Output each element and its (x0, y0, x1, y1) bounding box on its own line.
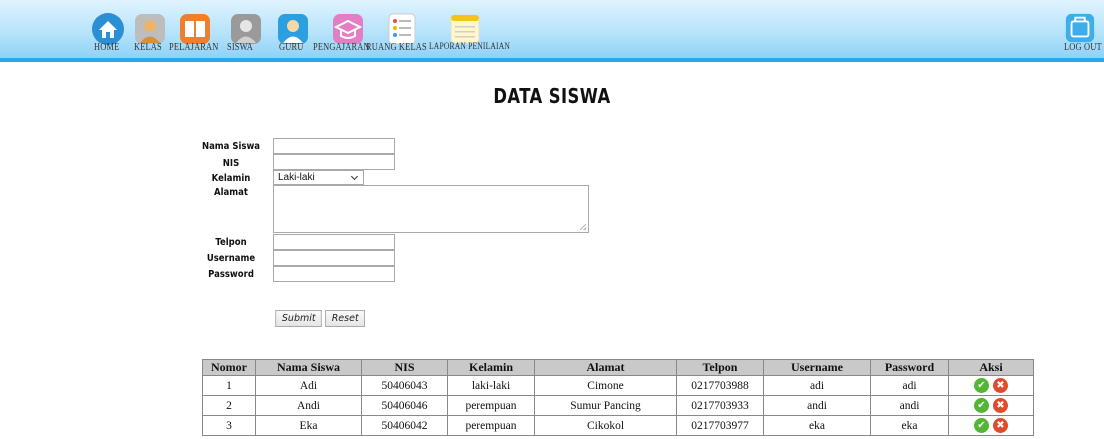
edit-check-icon[interactable]: ✔ (974, 418, 989, 433)
nav-item-pengajaran[interactable]: PENGAJARAN (313, 2, 370, 58)
cell-nama-siswa: Andi (255, 395, 362, 416)
nav-label-ruang-kelas: RUANG KELAS (366, 42, 427, 53)
cell-aksi: ✔ ✖ (948, 415, 1034, 436)
logout-label: LOG OUT (1064, 42, 1102, 53)
header-telpon: Telpon (676, 359, 764, 376)
cell-kelamin: laki-laki (447, 375, 535, 396)
cell-nama-siswa: Eka (255, 415, 362, 436)
class-icon (135, 14, 165, 44)
username-input[interactable] (273, 250, 395, 266)
cell-nis: 50406046 (361, 395, 448, 416)
cell-username: andi (763, 395, 871, 416)
nav-item-pelajaran[interactable]: PELAJARAN (166, 2, 226, 58)
password-label: Password (208, 269, 254, 280)
cell-telpon: 0217703933 (676, 395, 764, 416)
header-alamat: Alamat (534, 359, 677, 376)
cell-telpon: 0217703977 (676, 415, 764, 436)
nav-label-laporan-penilaian: LAPORAN PENILAIAN (429, 42, 511, 52)
book-icon (180, 14, 210, 44)
cell-nis: 50406042 (361, 415, 448, 436)
header-nis: NIS (361, 359, 448, 376)
nav-label-siswa: SISWA (227, 42, 254, 53)
nav-item-guru[interactable]: GURU (276, 2, 310, 58)
logout-button[interactable]: LOG OUT (1062, 2, 1102, 58)
kelamin-select[interactable]: Laki-laki (273, 170, 364, 185)
nav-item-siswa[interactable]: SISWA (225, 2, 265, 58)
kelamin-label: Kelamin (211, 173, 251, 184)
header-username: Username (763, 359, 871, 376)
nis-label: NIS (222, 158, 240, 169)
nav-label-kelas: KELAS (134, 42, 162, 53)
header-nama-siswa: Nama Siswa (255, 359, 362, 376)
edit-check-icon[interactable]: ✔ (974, 378, 989, 393)
cell-nomor: 2 (202, 395, 256, 416)
teacher-icon (278, 14, 308, 44)
telpon-label: Telpon (215, 237, 247, 248)
cell-username: eka (763, 415, 871, 436)
header-kelamin: Kelamin (447, 359, 535, 376)
password-input[interactable] (273, 266, 395, 282)
top-navbar: HOME KELAS PELAJARAN SISWA GURU PENGAJAR… (0, 0, 1104, 62)
page-title: DATA SISWA (493, 84, 611, 108)
nama-siswa-label: Nama Siswa (201, 141, 261, 152)
nav-label-home: HOME (94, 42, 120, 53)
logout-icon (1065, 13, 1095, 43)
cell-aksi: ✔ ✖ (948, 395, 1034, 416)
cell-nomor: 3 (202, 415, 256, 436)
nis-input[interactable] (273, 154, 395, 170)
nav-label-guru: GURU (279, 42, 304, 53)
nama-siswa-input[interactable] (273, 138, 395, 154)
table-row: 2 Andi 50406046 perempuan Sumur Pancing … (202, 395, 1034, 416)
alamat-label: Alamat (214, 187, 248, 198)
chevron-down-icon (350, 172, 359, 181)
cell-alamat: Sumur Pancing (534, 395, 677, 416)
submit-button[interactable]: Submit (275, 310, 323, 327)
alamat-textarea[interactable] (273, 185, 589, 233)
table-row: 3 Eka 50406042 perempuan Cikokol 0217703… (202, 415, 1034, 436)
cell-nomor: 1 (202, 375, 256, 396)
cell-alamat: Cikokol (534, 415, 677, 436)
graduation-cap-icon (333, 14, 363, 44)
delete-x-icon[interactable]: ✖ (993, 418, 1008, 433)
cell-telpon: 0217703988 (676, 375, 764, 396)
header-aksi: Aksi (948, 359, 1034, 376)
nav-item-ruang-kelas[interactable]: RUANG KELAS (365, 2, 427, 58)
resize-grip-icon[interactable] (580, 224, 586, 230)
kelamin-selected-value: Laki-laki (278, 172, 315, 183)
telpon-input[interactable] (273, 234, 395, 250)
cell-password: eka (870, 415, 949, 436)
home-icon (92, 13, 124, 45)
nav-item-laporan-penilaian[interactable]: LAPORAN PENILAIAN (429, 2, 511, 58)
nav-label-pelajaran: PELAJARAN (169, 42, 219, 53)
delete-x-icon[interactable]: ✖ (993, 378, 1008, 393)
delete-x-icon[interactable]: ✖ (993, 398, 1008, 413)
reset-button[interactable]: Reset (325, 310, 366, 327)
siswa-table: Nomor Nama Siswa NIS Kelamin Alamat Telp… (202, 359, 1034, 436)
header-password: Password (870, 359, 949, 376)
cell-nis: 50406043 (361, 375, 448, 396)
table-header-row: Nomor Nama Siswa NIS Kelamin Alamat Telp… (202, 359, 1034, 376)
username-label: Username (206, 253, 256, 264)
cell-nama-siswa: Adi (255, 375, 362, 396)
nav-item-home[interactable]: HOME (90, 2, 130, 58)
cell-password: andi (870, 395, 949, 416)
list-icon (388, 13, 416, 45)
cell-username: adi (763, 375, 871, 396)
edit-check-icon[interactable]: ✔ (974, 398, 989, 413)
student-icon (231, 14, 261, 44)
cell-kelamin: perempuan (447, 415, 535, 436)
cell-aksi: ✔ ✖ (948, 375, 1034, 396)
cell-password: adi (870, 375, 949, 396)
table-row: 1 Adi 50406043 laki-laki Cimone 02177039… (202, 375, 1034, 396)
nav-label-pengajaran: PENGAJARAN (313, 42, 370, 53)
notepad-icon (450, 14, 480, 44)
cell-alamat: Cimone (534, 375, 677, 396)
cell-kelamin: perempuan (447, 395, 535, 416)
header-nomor: Nomor (202, 359, 256, 376)
